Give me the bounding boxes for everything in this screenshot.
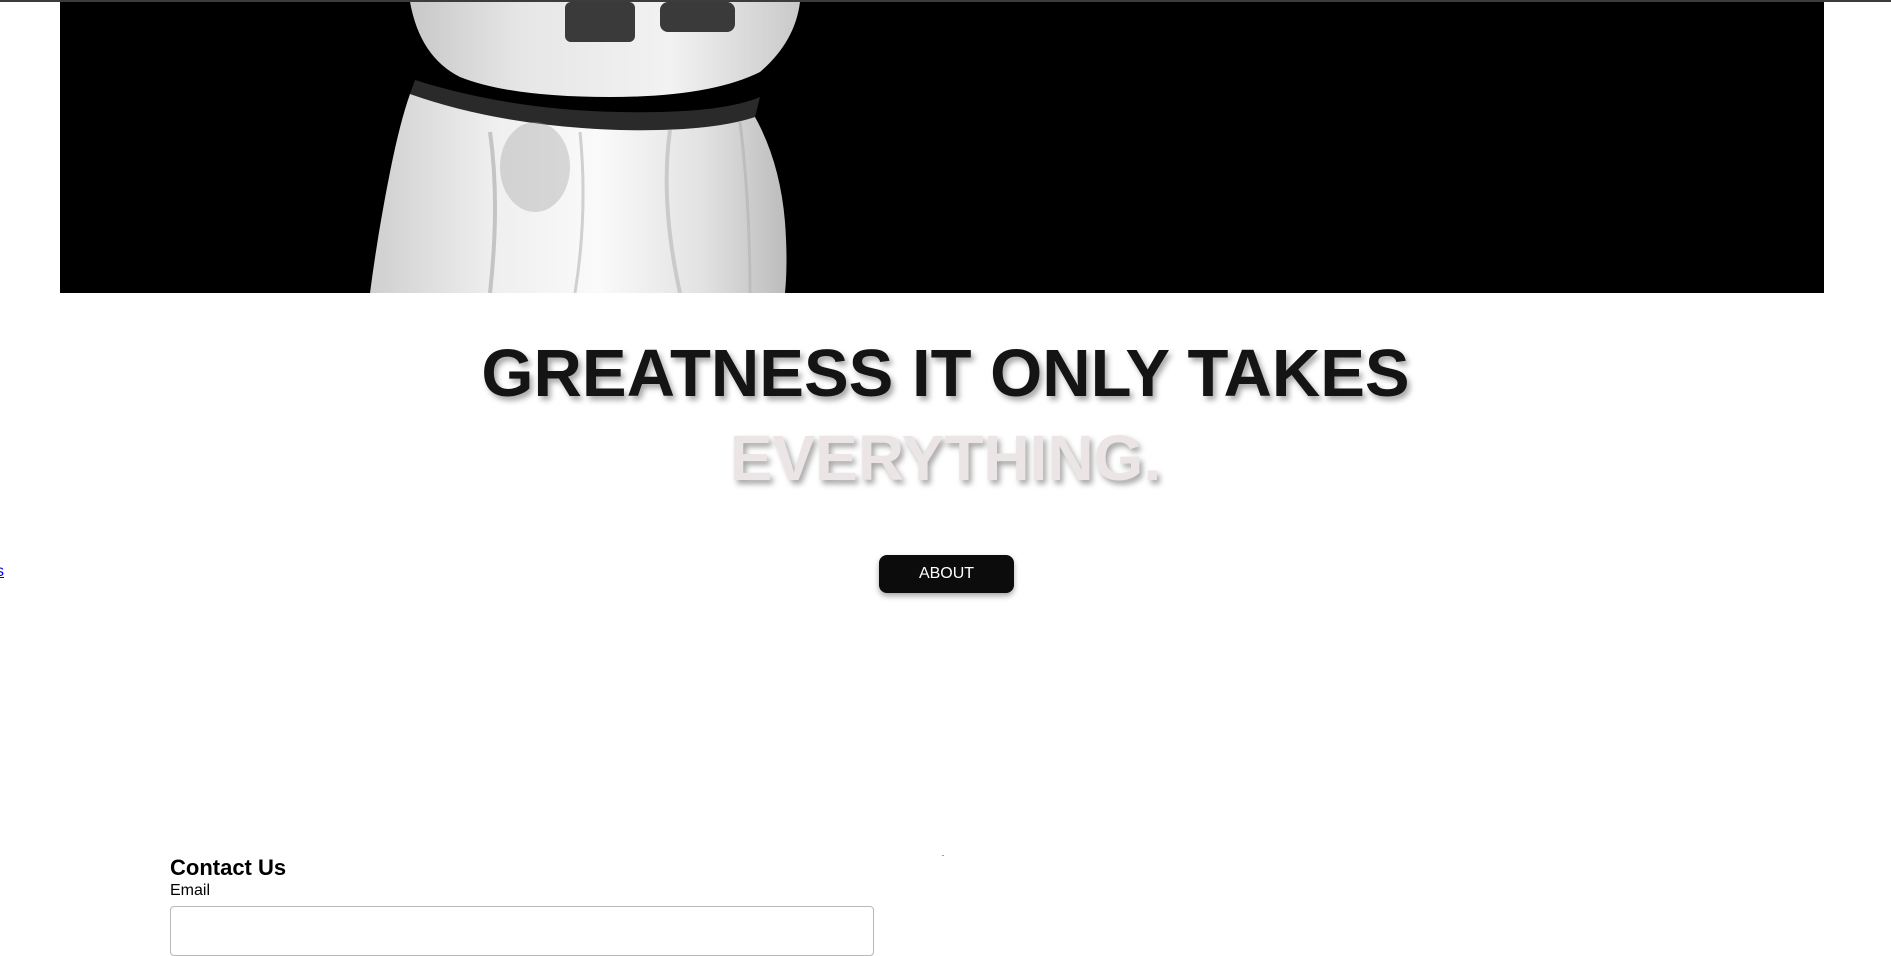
decorative-dot — [942, 855, 944, 856]
email-field[interactable] — [170, 906, 874, 956]
email-label: Email — [170, 882, 211, 899]
basketball-player-photo-icon — [370, 2, 800, 293]
side-link[interactable]: s — [0, 563, 6, 581]
hero-headline: GREATNESS IT ONLY TAKES — [481, 336, 1410, 411]
hero-banner — [60, 2, 1824, 293]
about-button[interactable]: ABOUT — [879, 555, 1014, 593]
contact-title: Contact Us — [170, 855, 287, 880]
hero-subheadline: EVERYTHING. — [729, 422, 1162, 494]
